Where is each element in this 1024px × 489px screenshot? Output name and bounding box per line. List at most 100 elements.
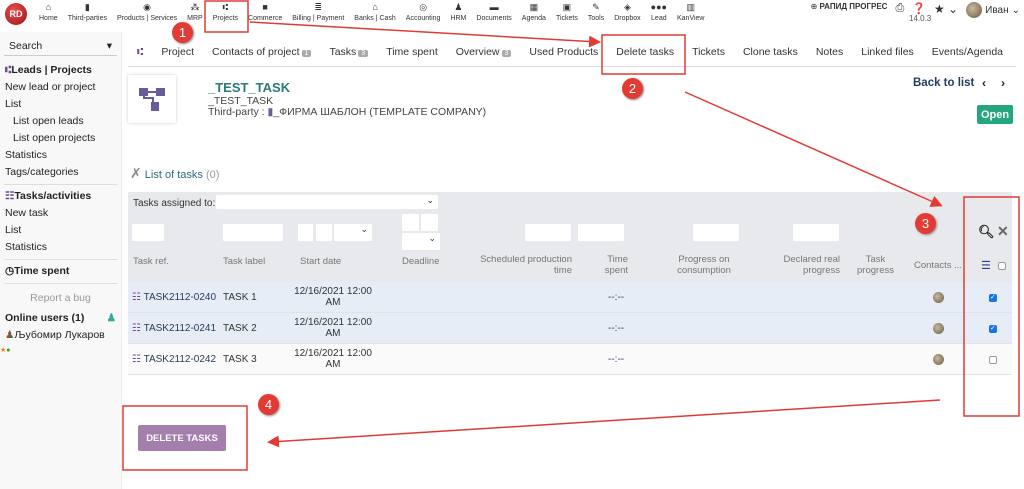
leads-projects-heading[interactable]: ⑆Leads | Projects	[0, 62, 121, 79]
contact-avatar[interactable]	[933, 323, 944, 334]
sidebar-item-task-list[interactable]: List	[0, 222, 121, 239]
menu-item-kanview[interactable]: ▥ KanView	[672, 2, 710, 22]
menu-item-banks-cash[interactable]: ⌂ Banks | Cash	[349, 2, 401, 22]
menu-item-tickets[interactable]: ▣ Tickets	[551, 2, 583, 22]
menu-item-home[interactable]: ⌂ Home	[34, 2, 63, 22]
menu-item-lead[interactable]: ●●● Lead	[646, 2, 672, 22]
menu-item-tools[interactable]: ✎ Tools	[583, 2, 609, 22]
menu-label: Third-parties	[67, 15, 107, 22]
task-ref-link[interactable]: ☷ TASK2112-0240	[132, 292, 216, 303]
tab-events-agenda[interactable]: Events/Agenda	[923, 44, 1012, 66]
sidebar-item-open-leads[interactable]: List open leads	[0, 113, 121, 130]
start-date: 12/16/2021 12:00 AM	[294, 286, 372, 308]
sidebar-item-new-lead[interactable]: New lead or project	[0, 79, 121, 96]
menu-item-products-services[interactable]: ◉ Products | Services	[112, 2, 182, 22]
tab-linked-files[interactable]: Linked files	[852, 44, 923, 66]
declared-progress-filter[interactable]	[793, 224, 839, 241]
col-time-spent: Time spent	[604, 254, 628, 276]
menu-item-hrm[interactable]: ♟ HRM	[445, 2, 471, 22]
menu-item-agenda[interactable]: ▦ Agenda	[517, 2, 551, 22]
sidebar-item-task-statistics[interactable]: Statistics	[0, 239, 121, 256]
assigned-select[interactable]	[216, 195, 438, 209]
delete-tasks-button[interactable]: DELETE TASKS	[138, 425, 226, 451]
tasks-heading[interactable]: ☷Tasks/activities	[0, 188, 121, 205]
tab-tasks[interactable]: Tasks 3	[320, 44, 377, 66]
tab-clone-tasks[interactable]: Clone tasks	[734, 44, 807, 66]
row-checkbox[interactable]	[989, 293, 997, 302]
tab-notes[interactable]: Notes	[807, 44, 852, 66]
sidebar-item-open-projects[interactable]: List open projects	[0, 130, 121, 147]
search-icon[interactable]: 🔍︎	[978, 224, 995, 240]
next-icon[interactable]: ›	[1001, 76, 1005, 90]
tab-used-products[interactable]: Used Products	[520, 44, 607, 66]
select-all-checkbox[interactable]	[998, 262, 1006, 270]
report-bug-link[interactable]: Report a bug	[0, 290, 121, 307]
task-icon: ☷	[132, 354, 141, 365]
menu-item-documents[interactable]: ▬ Documents	[471, 2, 516, 22]
col-task-progress: Task progress	[857, 254, 894, 276]
menu-item-dropbox[interactable]: ◈ Dropbox	[609, 2, 645, 22]
sidebar-item-statistics[interactable]: Statistics	[0, 147, 121, 164]
menu-icon: ⑆	[222, 2, 229, 12]
user-menu[interactable]: Иван ⌄	[966, 2, 1020, 18]
sidebar-item-new-task[interactable]: New task	[0, 205, 121, 222]
tab-tickets[interactable]: Tickets	[683, 44, 734, 66]
contact-avatar[interactable]	[933, 292, 944, 303]
menu-icon: ⌂	[45, 2, 52, 12]
project-ref: _TEST_TASK	[208, 80, 291, 95]
label-filter[interactable]	[223, 224, 283, 241]
thirdparty-link[interactable]: _ФИРМА ШАБЛОН (TEMPLATE COMPANY)	[273, 106, 486, 118]
tab-overview[interactable]: Overview 3	[447, 44, 521, 66]
tab-delete-tasks[interactable]: Delete tasks	[607, 44, 683, 66]
task-label: TASK 3	[223, 354, 257, 365]
menu-item-mrp[interactable]: ⁂ MRP	[182, 2, 208, 22]
list-icon[interactable]: ☰	[981, 259, 991, 272]
table-row: ☷ TASK2112-0241 TASK 2 12/16/2021 12:00 …	[128, 313, 1012, 344]
menu-label: Tickets	[555, 15, 578, 22]
back-to-list-link[interactable]: Back to list	[913, 77, 974, 89]
ref-filter[interactable]	[132, 224, 164, 241]
start-date: 12/16/2021 12:00 AM	[294, 317, 372, 339]
print-icon[interactable]: ⎙	[895, 2, 904, 15]
tab-project[interactable]: Project	[152, 44, 203, 66]
menu-item-third-parties[interactable]: ▮ Third-parties	[63, 2, 112, 22]
menu-label: Projects	[212, 15, 239, 22]
tab-badge: 3	[501, 50, 512, 57]
deadline-day-filter[interactable]	[402, 214, 419, 231]
sidebar-item-tags[interactable]: Tags/categories	[0, 164, 121, 181]
clear-filter-icon[interactable]: ✕	[997, 223, 1009, 240]
menu-item-projects[interactable]: ⑆ Projects	[208, 2, 243, 22]
progress-consumption-filter[interactable]	[693, 224, 739, 241]
deadline-year-filter[interactable]	[402, 233, 440, 250]
start-month-filter[interactable]	[316, 224, 332, 241]
menu-icon: ▥	[686, 2, 695, 12]
task-ref-link[interactable]: ☷ TASK2112-0241	[132, 323, 216, 334]
time-spent-filter[interactable]	[578, 224, 624, 241]
online-user[interactable]: ♟Љубомир Лукаров	[0, 327, 121, 344]
contact-avatar[interactable]	[933, 354, 944, 365]
planned-filter[interactable]	[525, 224, 571, 241]
sidebar-item-list[interactable]: List	[0, 96, 121, 113]
task-ref-link[interactable]: ☷ TASK2112-0242	[132, 354, 216, 365]
start-day-filter[interactable]	[298, 224, 313, 241]
menu-item-billing-payment[interactable]: ≣ Billing | Payment	[287, 2, 349, 22]
annotation-2: 2	[622, 78, 643, 99]
menu-item-commerce[interactable]: ■ Commerce	[243, 2, 287, 22]
user-icon: ♟	[106, 312, 116, 324]
logo[interactable]: RD	[5, 3, 27, 25]
row-checkbox[interactable]	[989, 324, 997, 333]
tab-time-spent[interactable]: Time spent	[377, 44, 447, 66]
menu-icon: ◉	[143, 2, 151, 12]
row-checkbox[interactable]	[989, 356, 997, 364]
bookmarks-button[interactable]: ★ ⌄	[934, 2, 958, 16]
tab-contacts-of-project[interactable]: Contacts of project 1	[203, 44, 320, 66]
time-spent-heading[interactable]: ◷Time spent	[0, 263, 121, 280]
globe-icon: ⊕	[810, 2, 818, 11]
menu-label: Dropbox	[614, 15, 641, 22]
deadline-month-filter[interactable]	[421, 214, 438, 231]
previous-icon[interactable]: ‹	[982, 76, 986, 90]
menu-item-accounting[interactable]: ◎ Accounting	[401, 2, 446, 22]
search-input[interactable]: Search ▾	[4, 38, 117, 56]
company-name[interactable]: ⊕ РАПИД ПРОГРЕС	[811, 2, 888, 11]
start-year-filter[interactable]	[334, 224, 372, 241]
